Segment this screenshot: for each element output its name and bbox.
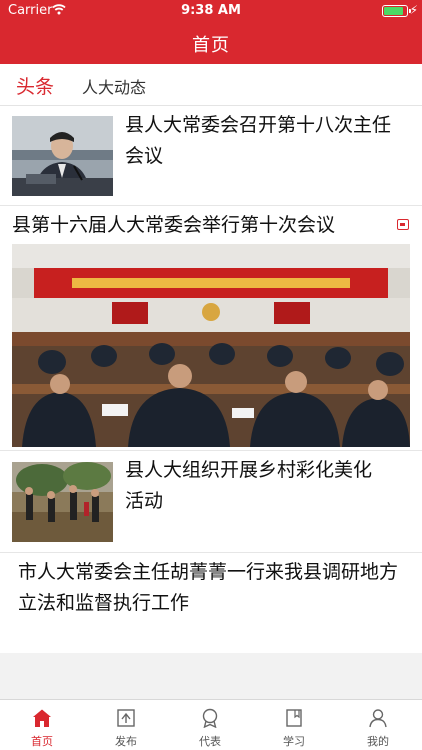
category-tabs: 头条 人大动态 [0,64,422,106]
speaker-at-podium-photo [12,116,113,196]
news-title: 县人大组织开展乡村彩化美化活动 [125,459,373,512]
person-icon [369,709,387,728]
meeting-hall-photo [12,244,410,447]
news-item[interactable]: 县人大常委会召开第十八次主任会议 [0,106,422,206]
tabbar-delegates[interactable]: 代表 [168,700,252,750]
tree-planting-photo [12,462,113,542]
news-title: 县人大常委会召开第十八次主任会议 [125,114,392,167]
nav-header: Carrier 9:38 AM ⚡ 首页 [0,0,422,64]
battery-level [384,7,403,15]
battery-icon [382,5,411,17]
news-title: 市人大常委会主任胡菁菁一行来我县调研地方立法和监督执行工作 [18,561,399,614]
tabbar-publish[interactable]: 发布 [84,700,168,750]
news-title: 县第十六届人大常委会举行第十次会议 [12,214,336,236]
news-item[interactable]: 县人大组织开展乡村彩化美化活动 [0,451,422,553]
tabbar-study[interactable]: 学习 [252,700,336,750]
tabbar-label: 首页 [31,735,53,748]
publish-icon [117,709,135,727]
image-gallery-icon [397,219,409,230]
home-icon [33,709,51,727]
tab-congress-news[interactable]: 人大动态 [82,74,146,98]
bottom-tab-bar: 首页 发布 代表 学习 我的 [0,699,422,750]
news-item[interactable]: 市人大常委会主任胡菁菁一行来我县调研地方立法和监督执行工作 [0,553,422,653]
status-time: 9:38 AM [181,3,241,18]
tab-headlines[interactable]: 头条 [16,72,54,99]
tabbar-home[interactable]: 首页 [0,700,84,750]
status-bar: Carrier 9:38 AM ⚡ [0,0,422,22]
tabbar-label: 发布 [115,735,137,748]
news-item[interactable]: 县第十六届人大常委会举行第十次会议 [0,206,422,451]
tabbar-label: 学习 [283,735,305,748]
tabbar-label: 我的 [367,735,389,748]
book-icon [286,709,302,727]
tabbar-label: 代表 [199,735,221,748]
tabbar-profile[interactable]: 我的 [336,700,420,750]
badge-icon [202,708,218,728]
bolt-icon: ⚡ [409,3,418,17]
page-title: 首页 [192,35,230,56]
